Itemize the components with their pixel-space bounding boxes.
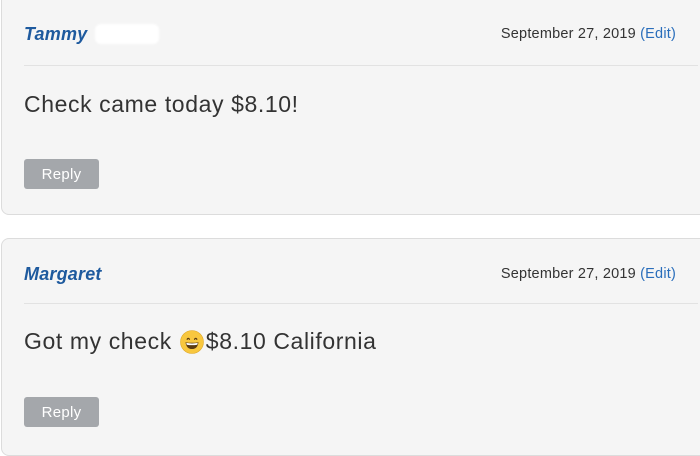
comment-body: Got my check $8.10 California <box>24 328 377 355</box>
grinning-face-emoji-icon <box>179 329 204 354</box>
comment-card: Tammy September 27, 2019 (Edit) Check ca… <box>1 0 700 215</box>
comment-card: Margaret September 27, 2019 (Edit) Got m… <box>1 238 700 456</box>
comment-header: Margaret September 27, 2019 (Edit) <box>24 259 676 289</box>
edit-link[interactable]: (Edit) <box>640 26 676 42</box>
divider <box>24 303 698 304</box>
comment-text: Check came today $8.10! <box>24 91 299 117</box>
comment-author: Margaret <box>24 263 102 284</box>
edit-link[interactable]: (Edit) <box>640 266 676 282</box>
reply-button[interactable]: Reply <box>24 159 99 189</box>
divider <box>24 65 698 66</box>
reply-button[interactable]: Reply <box>24 397 99 427</box>
comment-date: September 27, 2019 <box>500 266 636 282</box>
author-wrap: Tammy <box>24 23 160 45</box>
comment-body: Check came today $8.10! <box>24 91 299 118</box>
comment-meta: September 27, 2019 (Edit) <box>501 266 676 282</box>
comment-author: Tammy <box>24 23 88 44</box>
comment-header: Tammy September 27, 2019 (Edit) <box>24 19 676 49</box>
author-wrap: Margaret <box>24 264 102 285</box>
comment-text-before-emoji: Got my check <box>24 328 172 354</box>
comment-list: Tammy September 27, 2019 (Edit) Check ca… <box>0 0 700 456</box>
comment-text-after-emoji: $8.10 California <box>205 328 377 354</box>
redacted-surname <box>95 24 160 44</box>
comment-date: September 27, 2019 <box>500 26 636 42</box>
comment-meta: September 27, 2019 (Edit) <box>501 26 676 42</box>
